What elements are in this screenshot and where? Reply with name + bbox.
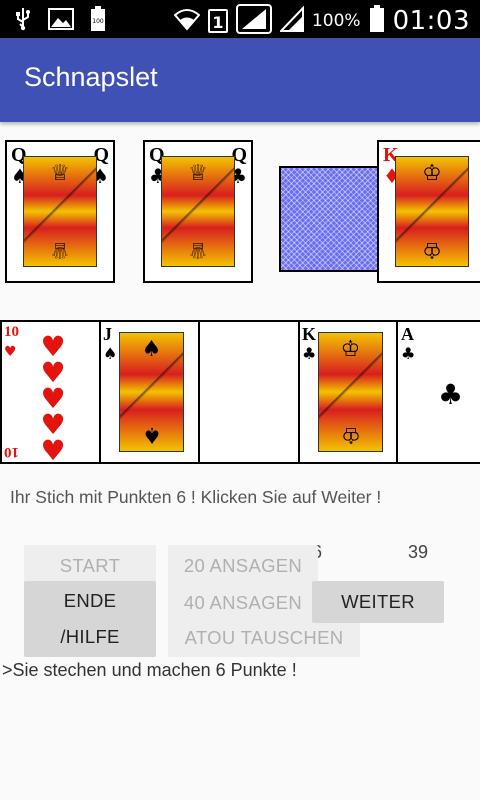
image-icon xyxy=(48,8,74,34)
svg-text:100: 100 xyxy=(92,18,104,25)
battery-small-icon: 100 xyxy=(90,6,106,36)
wifi-icon xyxy=(173,7,201,35)
king-face-art: ♔ ♔ xyxy=(395,156,469,267)
signal-icon xyxy=(278,5,304,36)
queen-face-art: ♕ ♕ xyxy=(23,156,97,267)
player-card-ten-hearts[interactable]: 10 ♥ ♥ ♥♥♥ ♥♥ ♥♥ 10 xyxy=(0,320,101,464)
king-face-art: ♔ ♔ xyxy=(318,332,383,452)
ende-hilfe-button[interactable]: ENDE /HILFE xyxy=(24,581,156,657)
battery-percent: 100% xyxy=(311,11,361,31)
queen-face-art: ♕ ♕ xyxy=(161,156,235,267)
sim-indicator: 1 xyxy=(207,9,228,33)
player-card-ace-clubs[interactable]: A ♣ ♣ xyxy=(396,320,480,464)
ansagen-40-button[interactable]: 40 ANSAGEN xyxy=(168,583,318,623)
opponent-card: Q ♠ Q ♠ ♕ ♕ xyxy=(5,140,115,283)
opponent-score: 39 xyxy=(408,542,429,562)
player-card-jack-spades[interactable]: J ♠ ♠ ♠ xyxy=(99,320,200,464)
player-card-king-clubs[interactable]: K ♣ ♔ ♔ xyxy=(298,320,399,464)
signal-icon xyxy=(235,4,272,38)
atou-tauschen-button[interactable]: ATOU TAUSCHEN xyxy=(168,619,360,657)
usb-icon xyxy=(14,7,32,35)
pips: ♥ ♥♥♥ ♥♥ ♥♥ xyxy=(40,330,66,464)
game-log: >Sie stechen und machen 6 Punkte ! xyxy=(2,660,297,680)
clock: 01:03 xyxy=(392,6,470,36)
opponent-card: Q ♣ Q ♣ ♕ ♕ xyxy=(143,140,253,283)
weiter-button[interactable]: WEITER xyxy=(312,581,444,623)
game-message: Ihr Stich mit Punkten 6 ! Klicken Sie au… xyxy=(10,487,382,507)
app-bar: Schnapslet xyxy=(0,38,480,122)
player-card-empty-slot[interactable] xyxy=(198,320,300,464)
atout-card: K ♦ ♔ ♔ xyxy=(377,140,480,283)
talon-deck[interactable] xyxy=(279,166,383,272)
battery-icon xyxy=(369,5,385,37)
status-bar: 100 1 100% 01:03 xyxy=(0,0,480,38)
app-title: Schnapslet xyxy=(24,62,158,92)
ansagen-20-button[interactable]: 20 ANSAGEN xyxy=(168,545,318,585)
jack-face-art: ♠ ♠ xyxy=(119,332,184,452)
